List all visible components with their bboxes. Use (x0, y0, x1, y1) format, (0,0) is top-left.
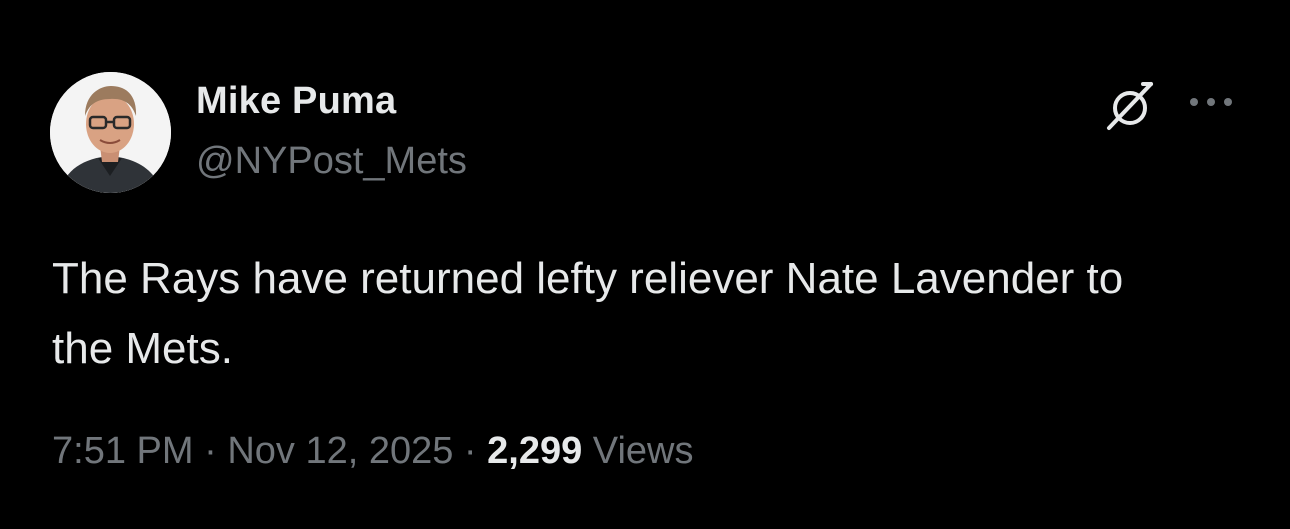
author-handle[interactable]: @NYPost_Mets (196, 140, 467, 183)
person-avatar-icon (50, 72, 171, 193)
tweet-card: Mike Puma @NYPost_Mets The Rays have ret… (0, 0, 1290, 529)
grok-icon[interactable] (1103, 78, 1159, 134)
tweet-time[interactable]: 7:51 PM (52, 430, 194, 472)
more-options-icon[interactable] (1186, 92, 1236, 112)
tweet-date[interactable]: Nov 12, 2025 (227, 430, 453, 472)
meta-separator: · (453, 430, 488, 472)
views-label: Views (582, 430, 694, 472)
meta-separator: · (193, 430, 228, 472)
tweet-text: The Rays have returned lefty reliever Na… (52, 254, 1124, 373)
author-avatar[interactable] (50, 72, 171, 193)
tweet-meta: 7:51 PM · Nov 12, 2025 · 2,299 Views (52, 430, 694, 473)
views-count[interactable]: 2,299 (487, 430, 582, 472)
author-display-name[interactable]: Mike Puma (196, 80, 396, 123)
